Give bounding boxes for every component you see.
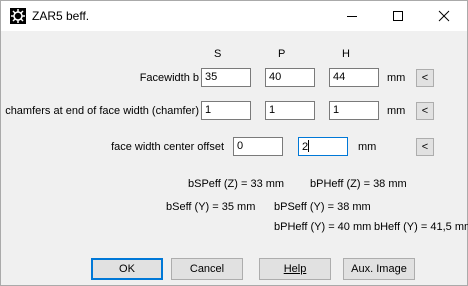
result-bseff-y: bSeff (Y) = 35 mm bbox=[166, 201, 256, 213]
column-header-p: P bbox=[278, 48, 286, 60]
result-bspeff-z: bSPeff (Z) = 33 mm bbox=[188, 178, 285, 190]
chamfers-unit: mm bbox=[387, 105, 406, 117]
facewidth-arrow-button[interactable]: < bbox=[416, 69, 434, 87]
facewidth-label: Facewidth b bbox=[139, 72, 199, 84]
help-button[interactable]: Help bbox=[259, 258, 331, 280]
chamfers-arrow-button[interactable]: < bbox=[416, 102, 434, 120]
result-bpseff-y: bPSeff (Y) = 38 mm bbox=[274, 201, 371, 213]
result-bpheff-z: bPHeff (Z) = 38 mm bbox=[310, 178, 407, 190]
facewidth-unit: mm bbox=[387, 72, 406, 84]
chamfers-h-input[interactable]: 1 bbox=[329, 101, 379, 120]
column-header-h: H bbox=[342, 48, 350, 60]
chamfers-label: chamfers at end of face width (chamfer) bbox=[5, 105, 199, 117]
maximize-icon bbox=[393, 11, 403, 21]
offset-unit: mm bbox=[358, 141, 377, 153]
facewidth-s-input[interactable]: 35 bbox=[201, 68, 251, 87]
zar5-app-icon bbox=[10, 8, 26, 24]
offset-second-input[interactable]: 2 bbox=[298, 137, 348, 156]
chamfers-p-input[interactable]: 1 bbox=[265, 101, 315, 120]
title-bar[interactable]: ZAR5 beff. bbox=[1, 1, 467, 31]
minimize-button[interactable] bbox=[329, 1, 375, 31]
cancel-button[interactable]: Cancel bbox=[171, 258, 243, 280]
minimize-icon bbox=[347, 16, 357, 17]
chamfers-s-input[interactable]: 1 bbox=[201, 101, 251, 120]
result-bpheff-y: bPHeff (Y) = 40 mm bbox=[274, 221, 372, 233]
result-bheff-y: bHeff (Y) = 41,5 mm bbox=[374, 221, 468, 233]
offset-first-input[interactable]: 0 bbox=[233, 137, 283, 156]
facewidth-h-input[interactable]: 44 bbox=[329, 68, 379, 87]
offset-arrow-button[interactable]: < bbox=[416, 138, 434, 156]
window-title: ZAR5 beff. bbox=[32, 9, 90, 23]
dialog-window: ZAR5 beff. S P H Facewidth b 35 40 44 mm… bbox=[0, 0, 468, 286]
aux-image-button[interactable]: Aux. Image bbox=[343, 258, 415, 280]
text-caret bbox=[308, 140, 310, 152]
close-button[interactable] bbox=[421, 1, 467, 31]
close-icon bbox=[438, 10, 450, 22]
maximize-button[interactable] bbox=[375, 1, 421, 31]
facewidth-p-input[interactable]: 40 bbox=[265, 68, 315, 87]
ok-button[interactable]: OK bbox=[91, 258, 163, 280]
offset-label: face width center offset bbox=[111, 141, 224, 153]
column-header-s: S bbox=[214, 48, 222, 60]
